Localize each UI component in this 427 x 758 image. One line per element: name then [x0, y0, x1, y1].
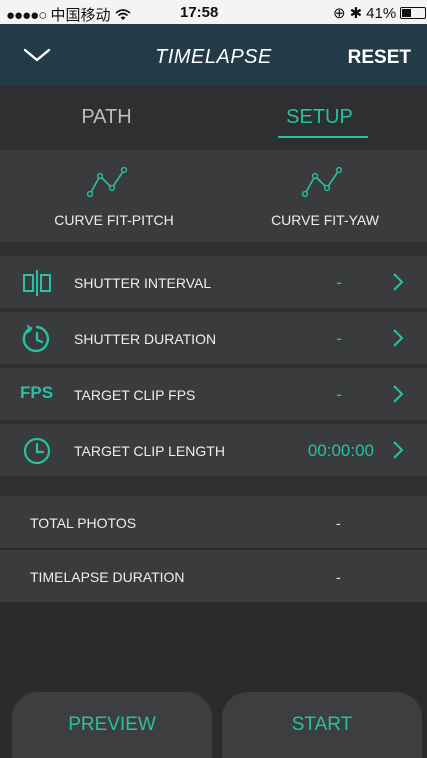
curve-fit-panel: CURVE FIT-PITCH CURVE FIT-YAW: [0, 150, 427, 242]
signal-strength: ●●●●○: [6, 7, 47, 24]
fps-icon: FPS: [20, 383, 54, 402]
status-time: 17:58: [180, 4, 219, 21]
wifi-icon: [115, 9, 131, 20]
lock-icon: ⊕: [333, 5, 346, 22]
target-clip-length-row[interactable]: TARGET CLIP LENGTH 00:00:00: [0, 424, 427, 478]
tab-bar: PATH SETUP: [0, 86, 427, 150]
tab-setup[interactable]: SETUP: [213, 106, 426, 129]
target-clip-fps-value: -: [336, 385, 342, 404]
chevron-right-icon: [393, 273, 404, 291]
active-tab-indicator: [278, 136, 368, 138]
curve-fit-pitch-label[interactable]: CURVE FIT-PITCH: [19, 212, 209, 228]
shutter-interval-row[interactable]: SHUTTER INTERVAL -: [0, 256, 427, 310]
curve-fit-pitch-icon[interactable]: [86, 166, 128, 198]
shutter-interval-value: -: [336, 273, 342, 292]
section-divider: [0, 242, 427, 256]
curve-fit-yaw-label[interactable]: CURVE FIT-YAW: [230, 212, 420, 228]
target-clip-length-value: 00:00:00: [307, 441, 374, 460]
carrier-name: 中国移动: [50, 7, 111, 24]
tab-path[interactable]: PATH: [0, 106, 213, 129]
total-photos-label: TOTAL PHOTOS: [30, 515, 137, 531]
chevron-right-icon: [393, 329, 404, 347]
section-divider: [0, 478, 427, 496]
target-clip-fps-row[interactable]: FPS TARGET CLIP FPS -: [0, 368, 427, 422]
timelapse-duration-value: -: [336, 569, 341, 585]
reset-button[interactable]: RESET: [348, 47, 411, 69]
target-clip-fps-label: TARGET CLIP FPS: [74, 387, 196, 403]
shutter-duration-row[interactable]: SHUTTER DURATION -: [0, 312, 427, 366]
preview-button-label: PREVIEW: [68, 714, 156, 735]
carrier-info: ●●●●○ 中国移动: [6, 4, 131, 25]
timelapse-duration-row: TIMELAPSE DURATION -: [0, 550, 427, 604]
chevron-right-icon: [393, 441, 404, 459]
shutter-interval-icon: [23, 270, 51, 296]
battery-icon: [400, 7, 427, 19]
bluetooth-icon: ✱: [349, 5, 363, 22]
total-photos-row: TOTAL PHOTOS -: [0, 496, 427, 550]
clock-icon: [23, 437, 51, 465]
battery-area: ⊕ ✱ 41%: [333, 4, 427, 22]
start-button[interactable]: START: [222, 692, 422, 758]
target-clip-length-label: TARGET CLIP LENGTH: [74, 443, 225, 459]
shutter-duration-value: -: [336, 329, 342, 348]
start-button-label: START: [291, 714, 353, 735]
timelapse-duration-label: TIMELAPSE DURATION: [30, 569, 185, 585]
nav-bar: TIMELAPSE RESET: [0, 24, 427, 86]
shutter-duration-label: SHUTTER DURATION: [74, 331, 217, 347]
status-bar: ●●●●○ 中国移动 17:58 ⊕ ✱ 41%: [0, 0, 427, 24]
preview-button[interactable]: PREVIEW: [12, 692, 212, 758]
shutter-interval-label: SHUTTER INTERVAL: [74, 275, 212, 291]
battery-percent: 41%: [366, 4, 397, 22]
stopwatch-icon: [22, 325, 50, 353]
curve-fit-yaw-icon[interactable]: [301, 166, 343, 198]
total-photos-value: -: [336, 515, 341, 531]
chevron-right-icon: [393, 385, 404, 403]
